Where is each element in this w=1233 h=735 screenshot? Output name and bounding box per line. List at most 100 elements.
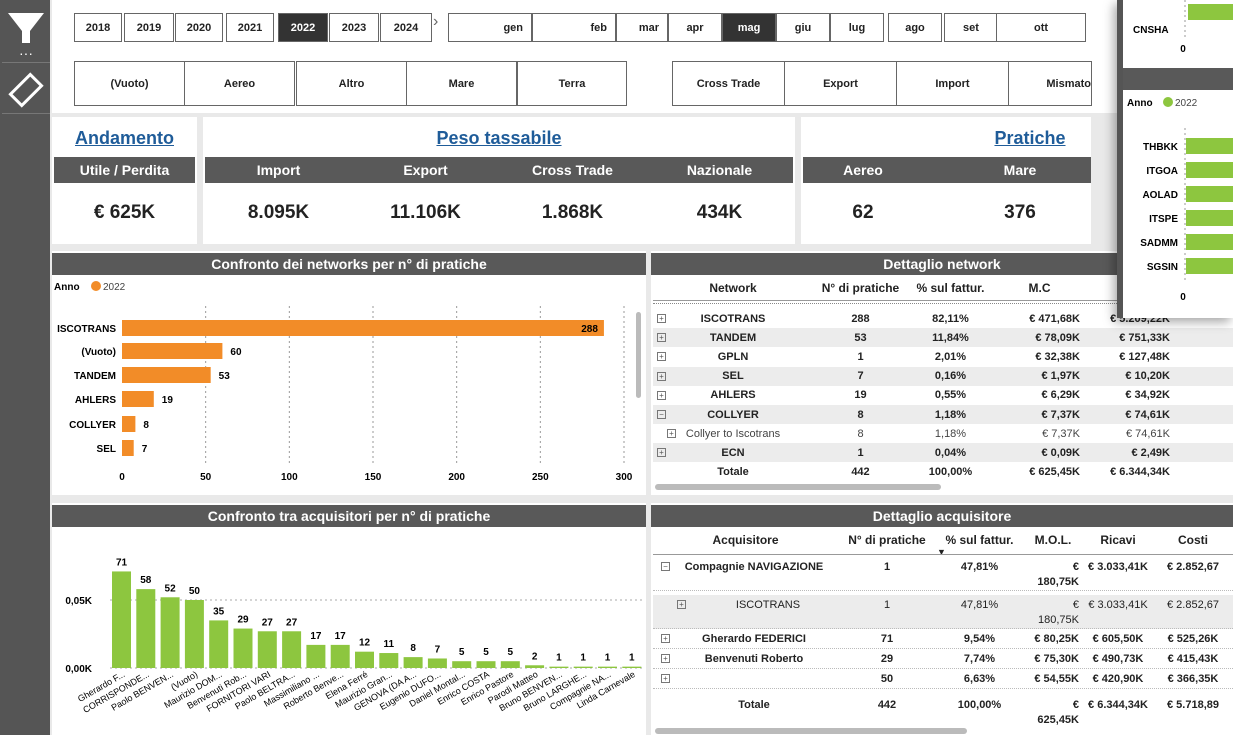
value-label: 5 [459, 647, 465, 658]
table-cell: € [1072, 561, 1079, 573]
kpi-andamento-title[interactable]: Andamento [52, 128, 197, 149]
kpi-cross-value: 1.868K [541, 202, 604, 223]
month-button-gen[interactable]: gen [448, 13, 532, 42]
table-cell: 11,84% [932, 331, 969, 344]
table-cell: € 3.033,41K [1088, 561, 1148, 573]
month-button-mag[interactable]: mag [722, 13, 776, 42]
year-button-2019[interactable]: 2019 [124, 13, 174, 42]
expand-icon[interactable]: + [661, 674, 670, 683]
expand-icon[interactable]: + [677, 600, 686, 609]
bar [1186, 138, 1233, 154]
table-cell: € 415,43K [1167, 653, 1219, 665]
value-label: 8 [143, 420, 149, 431]
month-button-ago[interactable]: ago [888, 13, 942, 42]
kpi-utile-value: € 625K [93, 202, 156, 223]
bar [112, 571, 131, 668]
value-label: 60 [230, 347, 242, 358]
value-label: 53 [219, 371, 231, 382]
table-cell: 1 [857, 446, 864, 459]
acq-header-5[interactable]: Costi [1153, 527, 1233, 553]
year-button-2018[interactable]: 2018 [74, 13, 122, 42]
table-cell: 442 [851, 466, 870, 479]
acq-header-1[interactable]: N° di pratiche [838, 527, 936, 553]
expand-icon[interactable]: + [661, 654, 670, 663]
network-header-0[interactable]: Network [653, 275, 813, 301]
month-button-ott[interactable]: ott [996, 13, 1086, 42]
month-button-mar[interactable]: mar [616, 13, 668, 42]
kpi-naz-value: 434K [696, 202, 743, 223]
network-header-1[interactable]: N° di pratiche [813, 275, 908, 301]
acq-scrollbar[interactable] [655, 728, 967, 734]
table-cell: Totale [738, 699, 770, 711]
network-chart-scrollbar[interactable] [636, 312, 641, 398]
month-button-feb[interactable]: feb [532, 13, 616, 42]
collapse-icon[interactable]: − [661, 562, 670, 571]
bar [1186, 186, 1233, 202]
type-button-3[interactable]: Mare [406, 61, 517, 106]
kpi-export-value: 11.106K [390, 202, 461, 223]
bar [184, 600, 204, 668]
eraser-icon[interactable] [2, 66, 50, 114]
chevron-right-icon[interactable]: › [433, 13, 443, 42]
value-label: 58 [140, 575, 152, 586]
network-bar-chart: Anno 2022 0 50 100 150 200 250 300 ISCOTRANS 288 (V… [54, 281, 633, 483]
kpi-pratiche-title[interactable]: Pratiche [960, 128, 1100, 149]
kpi-peso-title[interactable]: Peso tassabile [203, 128, 795, 149]
acq-header-3[interactable]: M.O.L. [1023, 527, 1083, 553]
month-button-set[interactable]: set [944, 13, 998, 42]
network-header-3[interactable]: M.C [993, 275, 1086, 301]
acq-header-2[interactable]: % sul fattur. [936, 527, 1023, 553]
table-cell: 100,00% [957, 699, 1002, 711]
type-button-2[interactable]: Altro [296, 61, 407, 106]
year-button-2022[interactable]: 2022 [278, 13, 328, 42]
traffic-button-0[interactable]: Cross Trade [672, 61, 785, 106]
type-button-1[interactable]: Aereo [184, 61, 295, 106]
expand-icon[interactable]: + [661, 634, 670, 643]
kpi-aereo-label: Aereo [843, 162, 883, 178]
month-button-lug[interactable]: lug [830, 13, 884, 42]
year-button-2020[interactable]: 2020 [175, 13, 223, 42]
kpi-mare-value: 376 [1004, 202, 1036, 223]
value-label: 52 [165, 583, 177, 594]
acq-header-4[interactable]: Ricavi [1083, 527, 1153, 553]
bar [209, 620, 229, 668]
sort-down-icon[interactable]: ▼ [937, 547, 946, 557]
value-label: 7 [142, 444, 148, 455]
traffic-button-2[interactable]: Import [896, 61, 1009, 106]
month-button-apr[interactable]: apr [668, 13, 722, 42]
acq-header-0[interactable]: Acquisitore [653, 527, 838, 553]
kpi-utile-label: Utile / Perdita [54, 157, 195, 183]
year-button-2024[interactable]: 2024 [380, 13, 432, 42]
table-cell: 1,18% [934, 408, 967, 421]
table-cell: € 5.718,89 [1167, 699, 1219, 711]
type-button-4[interactable]: Terra [517, 61, 627, 106]
table-cell: € [1072, 699, 1079, 711]
y-tick-label: 0,05K [65, 596, 92, 607]
network-header-2[interactable]: % sul fattur. [908, 275, 993, 301]
table-cell: € 6.344,34K [1088, 699, 1148, 711]
month-button-giu[interactable]: giu [776, 13, 830, 42]
legend-swatch [1163, 97, 1173, 107]
bar [306, 644, 326, 668]
year-button-2021[interactable]: 2021 [226, 13, 274, 42]
table-cell: 6,63% [963, 673, 996, 685]
table-cell: € 78,09K [1035, 331, 1080, 344]
bar [122, 440, 134, 456]
category-label: CNSHA [1133, 25, 1169, 36]
year-button-2023[interactable]: 2023 [329, 13, 379, 42]
table-cell: 82,11% [932, 312, 969, 325]
network-scrollbar[interactable] [655, 484, 941, 490]
traffic-button-3[interactable]: Mismato [1008, 61, 1092, 106]
filter-icon[interactable]: ··· [2, 3, 50, 63]
traffic-button-1[interactable]: Export [784, 61, 897, 106]
bar [1186, 210, 1233, 226]
table-cell: € 0,09K [1041, 446, 1080, 459]
table-cell: 180,75K [1037, 576, 1079, 588]
table-cell: € [1072, 599, 1079, 611]
type-button-0[interactable]: (Vuoto) [74, 61, 185, 106]
kpi-import-value: 8.095K [247, 202, 310, 223]
kpi-import-label: Import [256, 162, 301, 178]
table-cell: € 420,90K [1092, 673, 1144, 685]
table-cell: € 366,35K [1167, 673, 1219, 685]
table-cell: SEL [722, 370, 744, 383]
